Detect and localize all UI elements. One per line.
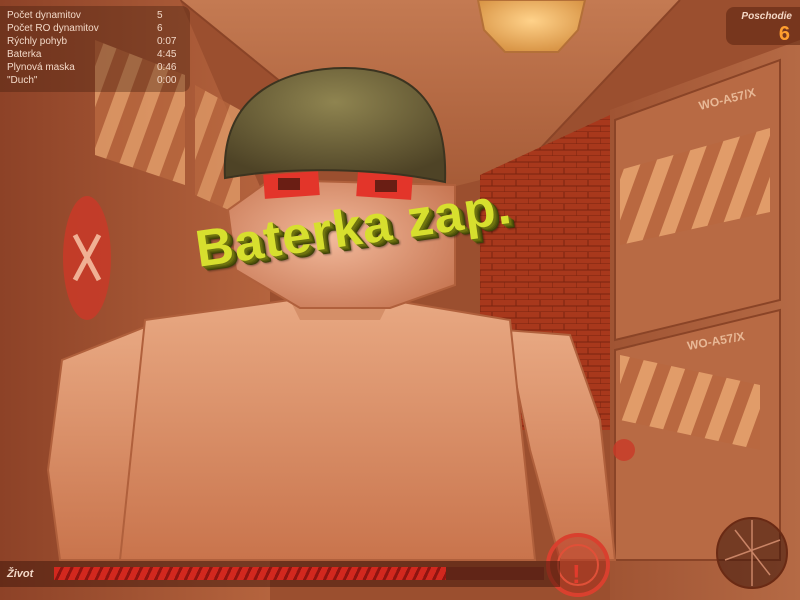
stat-row-ro-dynamite: Počet RO dynamitov 6 [7, 23, 187, 35]
crosshair-icon [716, 517, 788, 589]
stat-value: 5 [157, 10, 163, 21]
health-track [54, 567, 544, 580]
stat-label: Rýchly pohyb [7, 36, 68, 47]
health-label: Život [7, 568, 34, 580]
stat-row-dynamite: Počet dynamitov 5 [7, 10, 187, 22]
stat-value: 0:46 [157, 62, 177, 73]
svg-text:!: ! [572, 559, 581, 589]
floor-label: Poschodie [741, 11, 792, 22]
floor-indicator: Poschodie 6 [726, 7, 800, 45]
stat-row-ghost: "Duch" 0:00 [7, 75, 187, 87]
stat-value: 6 [157, 23, 163, 34]
stat-value: 4:45 [157, 49, 177, 60]
health-bar: Život [0, 561, 560, 587]
stat-label: "Duch" [7, 75, 38, 86]
stat-value: 0:07 [157, 36, 177, 47]
stat-row-fast-move: Rýchly pohyb 0:07 [7, 36, 187, 48]
stat-label: Počet RO dynamitov [7, 23, 99, 34]
stat-label: Počet dynamitov [7, 10, 81, 21]
stat-label: Baterka [7, 49, 42, 60]
floor-number: 6 [778, 23, 790, 45]
stat-row-gas-mask: Plynová maska 0:46 [7, 62, 187, 74]
health-fill [54, 567, 446, 580]
stat-label: Plynová maska [7, 62, 75, 73]
stat-value: 0:00 [157, 75, 177, 86]
stats-panel: Počet dynamitov 5 Počet RO dynamitov 6 R… [0, 6, 190, 92]
stat-row-flashlight: Baterka 4:45 [7, 49, 187, 61]
